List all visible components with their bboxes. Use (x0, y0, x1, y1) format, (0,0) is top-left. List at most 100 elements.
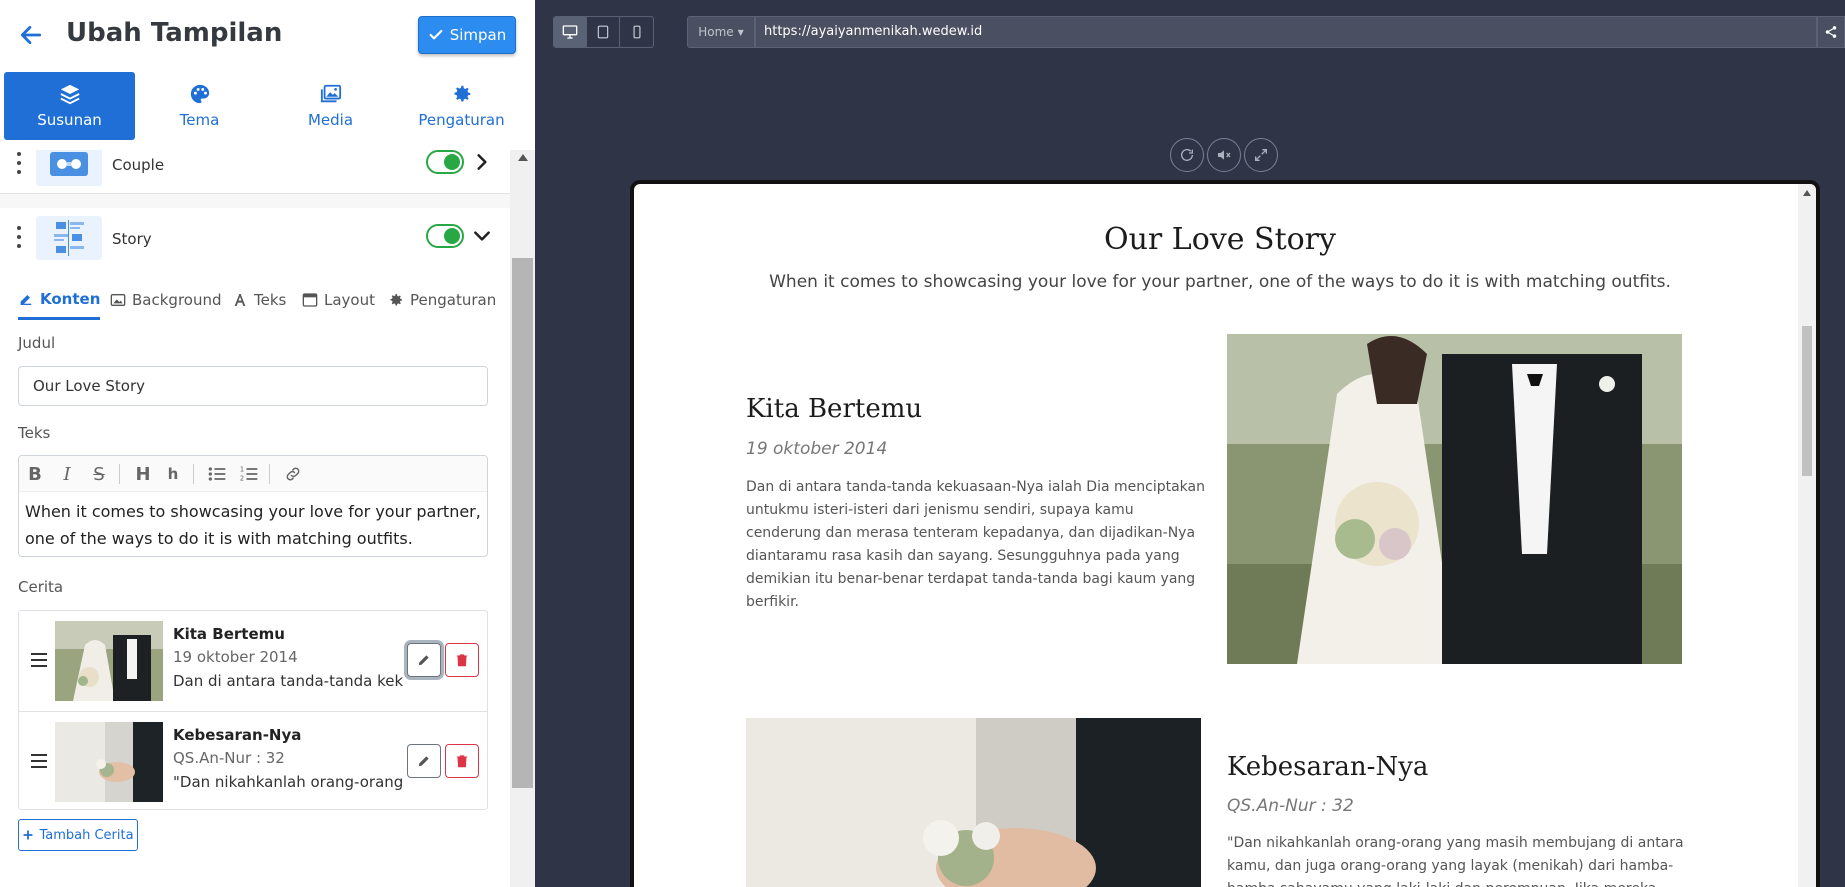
delete-story-button[interactable] (445, 643, 479, 677)
tab-label: Media (307, 111, 354, 129)
gear-icon (390, 294, 402, 306)
link-icon[interactable] (281, 462, 305, 486)
scroll-thumb[interactable] (512, 258, 533, 788)
section-label: Story (112, 230, 152, 248)
toolbar-separator (193, 464, 194, 484)
drag-handle-icon[interactable] (31, 653, 47, 667)
subtab-label: Layout (324, 291, 375, 309)
expand-icon[interactable] (1244, 138, 1278, 172)
edit-icon (20, 294, 32, 305)
edit-story-button[interactable] (407, 744, 441, 778)
bold-icon[interactable]: B (23, 462, 47, 486)
share-icon[interactable] (1817, 16, 1845, 48)
editor-panel: Ubah Tampilan Simpan Susunan Tema Media … (0, 0, 535, 887)
drag-handle-icon[interactable] (31, 754, 47, 768)
scroll-up-arrow-icon[interactable] (518, 154, 528, 161)
preview-scrollbar[interactable] (1798, 184, 1816, 887)
svg-text:1: 1 (240, 466, 244, 474)
text-field-label: Teks (18, 424, 51, 442)
couple-thumbnail (36, 150, 102, 186)
tab-tema[interactable]: Tema (134, 72, 265, 140)
tab-pengaturan[interactable]: Pengaturan (396, 72, 527, 140)
preview-story-title: Kita Bertemu (746, 394, 923, 424)
check-icon (429, 29, 443, 40)
story-title: Kita Bertemu (173, 625, 285, 643)
chevron-right-icon[interactable] (472, 152, 492, 172)
editor-scrollbar[interactable] (510, 150, 535, 887)
story-list: Kita Bertemu 19 oktober 2014 Dan di anta… (18, 610, 488, 810)
section-story[interactable]: Story (0, 208, 510, 268)
toolbar-separator (269, 464, 270, 484)
trash-icon (456, 755, 468, 768)
preview-heading: Our Love Story (1104, 222, 1336, 257)
preview-story-photo (746, 718, 1201, 887)
add-story-button[interactable]: Tambah Cerita (18, 819, 138, 851)
heading-small-icon[interactable]: h (161, 462, 185, 486)
title-input[interactable] (18, 366, 488, 406)
subtab-label: Teks (254, 291, 287, 309)
page-select[interactable]: Home ▼ (687, 16, 755, 48)
numbered-list-icon[interactable]: 12 (237, 462, 261, 486)
scroll-up-arrow-icon[interactable] (1803, 190, 1811, 196)
pencil-icon (418, 756, 429, 767)
caret-down-icon: ▼ (737, 27, 744, 37)
subtab-layout[interactable]: Layout (302, 280, 375, 320)
strikethrough-icon[interactable]: S (87, 462, 111, 486)
tablet-icon[interactable] (587, 17, 620, 47)
image-icon (110, 294, 126, 306)
story-toggle[interactable] (426, 224, 464, 248)
scroll-thumb[interactable] (1802, 326, 1812, 476)
tab-label: Pengaturan (418, 111, 505, 129)
toolbar-separator (119, 464, 120, 484)
edit-story-button[interactable] (407, 643, 441, 677)
preview-story-date: QS.An-Nur : 32 (1227, 796, 1354, 816)
images-icon (320, 84, 341, 103)
editor-toolbar: B I S H h 12 (19, 456, 487, 492)
preview-story-photo (1227, 334, 1682, 664)
back-arrow-icon[interactable] (18, 22, 44, 48)
section-divider (0, 194, 510, 208)
drag-handle-icon[interactable] (16, 152, 22, 174)
palette-icon (190, 84, 209, 104)
sections-list: Couple Story Konten Background Teks Layo… (0, 150, 510, 887)
section-couple[interactable]: Couple (0, 150, 510, 194)
couple-toggle[interactable] (426, 150, 464, 174)
subtab-konten[interactable]: Konten (18, 280, 101, 320)
window-icon (302, 293, 318, 307)
stories-field-label: Cerita (18, 578, 64, 596)
story-thumbnail (36, 216, 102, 260)
heading-large-icon[interactable]: H (131, 462, 155, 486)
save-button[interactable]: Simpan (418, 16, 516, 54)
subtab-background[interactable]: Background (110, 280, 222, 320)
font-icon (234, 294, 246, 306)
list-item[interactable]: Kebesaran-Nya QS.An-Nur : 32 "Dan nikahk… (19, 711, 487, 811)
story-photo (55, 722, 163, 802)
page-title: Ubah Tampilan (66, 18, 283, 48)
preview-story-body: "Dan nikahkanlah orang-orang yang masih … (1227, 835, 1684, 887)
subtab-label: Konten (40, 289, 101, 308)
delete-story-button[interactable] (445, 744, 479, 778)
italic-icon[interactable]: I (55, 462, 79, 486)
drag-handle-icon[interactable] (16, 226, 22, 248)
save-button-label: Simpan (449, 26, 507, 44)
mute-icon[interactable] (1207, 138, 1241, 172)
tab-media[interactable]: Media (265, 72, 396, 140)
mobile-icon[interactable] (620, 17, 653, 47)
tab-susunan[interactable]: Susunan (4, 72, 135, 140)
subtab-pengaturan[interactable]: Pengaturan (388, 280, 496, 320)
preview-frame: Our Love Story When it comes to showcasi… (630, 180, 1820, 887)
text-content[interactable]: When it comes to showcasing your love fo… (25, 498, 481, 552)
pencil-icon (418, 655, 429, 666)
main-tabs: Susunan Tema Media Pengaturan (0, 72, 535, 142)
preview-story-body: Dan di antara tanda-tanda kekuasaan-Nya … (746, 479, 1205, 610)
list-item[interactable]: Kita Bertemu 19 oktober 2014 Dan di anta… (19, 611, 487, 711)
bullet-list-icon[interactable] (205, 462, 229, 486)
preview-story-date: 19 oktober 2014 (746, 439, 888, 459)
rich-text-editor: B I S H h 12 When it comes to showcasing… (18, 455, 488, 557)
refresh-icon[interactable] (1170, 138, 1204, 172)
preview-url[interactable]: https://ayaiyanmenikah.wedew.id (755, 16, 1817, 48)
desktop-icon[interactable] (554, 17, 587, 47)
subtab-teks[interactable]: Teks (232, 280, 286, 320)
chevron-down-icon[interactable] (472, 226, 492, 246)
story-excerpt: Dan di antara tanda-tanda kekuasaan-Nya … (173, 672, 403, 690)
